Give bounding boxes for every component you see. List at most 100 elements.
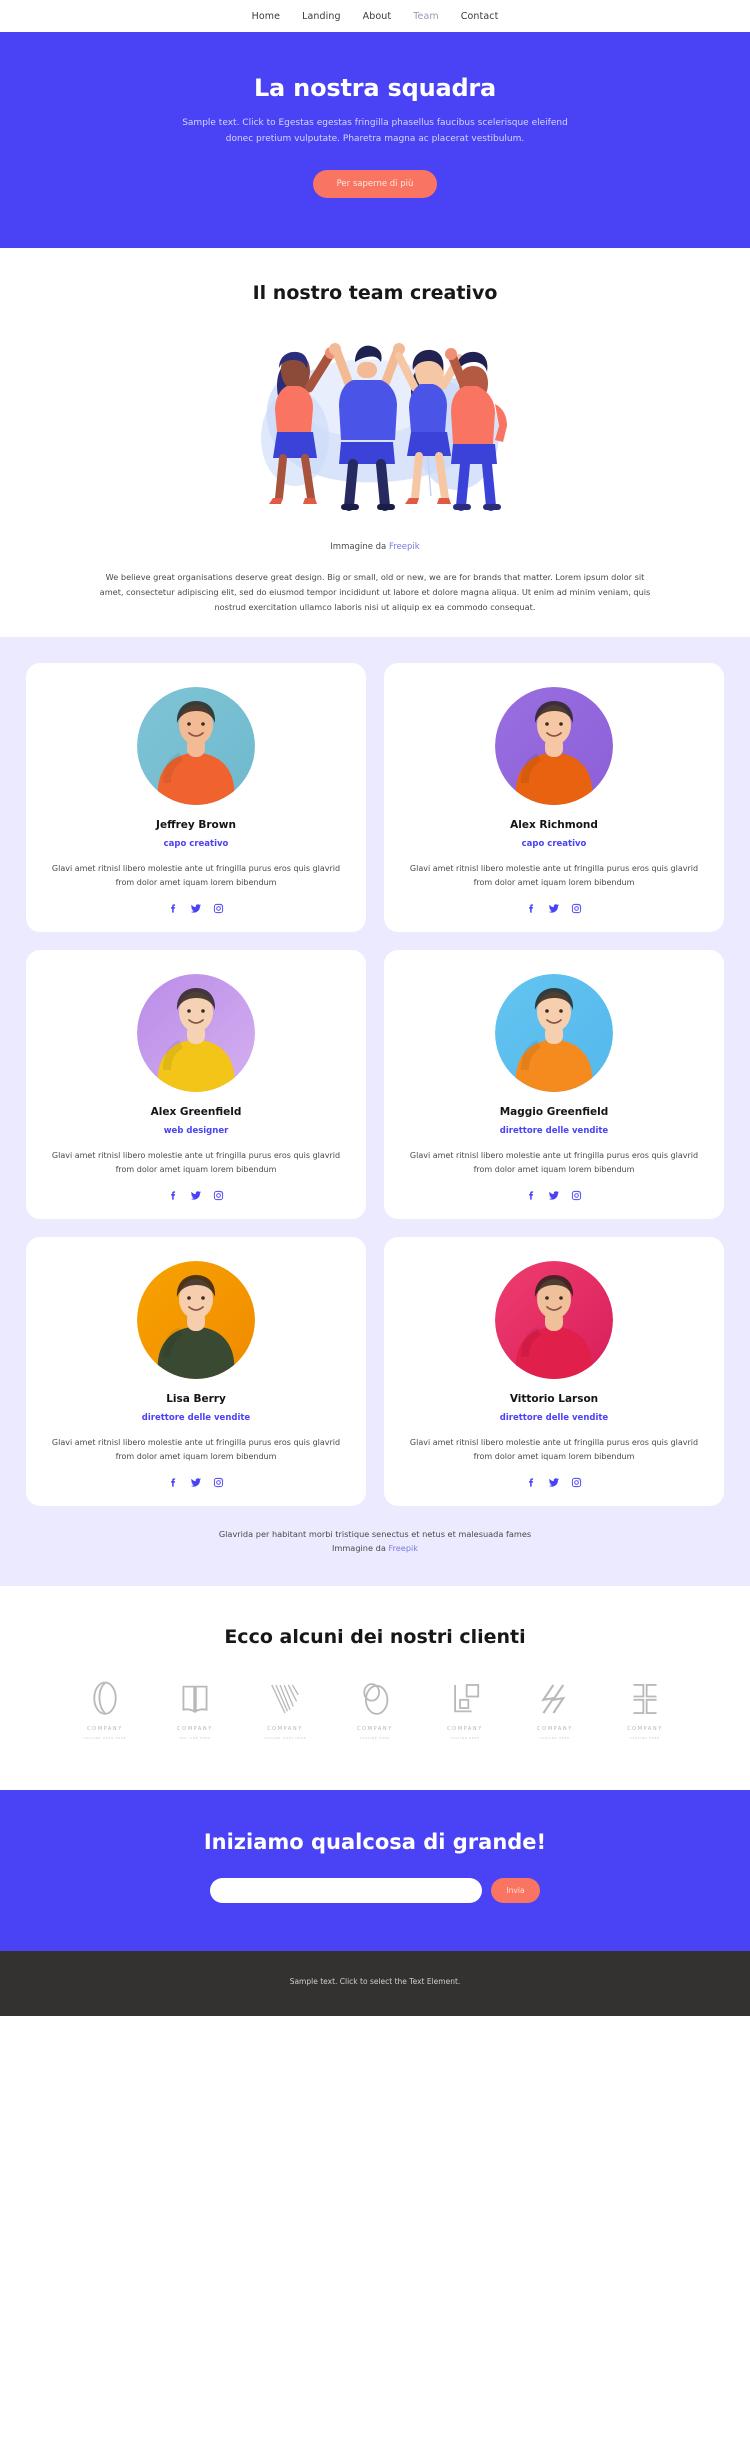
client-logo-tagline: TAGLINE HERE xyxy=(360,1735,390,1740)
client-logo: COMPANY TAGLINE GOES HERE xyxy=(247,1680,323,1740)
client-logo: COMPANY TAG LINE HERE xyxy=(157,1680,233,1740)
twitter-icon[interactable] xyxy=(190,903,202,914)
avatar xyxy=(495,974,613,1093)
instagram-icon[interactable] xyxy=(571,903,582,914)
facebook-icon[interactable] xyxy=(168,1477,179,1488)
team-member-bio: Glavi amet ritnisl libero molestie ante … xyxy=(51,1438,341,1462)
avatar xyxy=(495,687,613,806)
subscribe-send-button[interactable]: Invia xyxy=(491,1877,540,1903)
client-logo-tagline: TAGLINE GOES HERE xyxy=(263,1735,307,1740)
team-member-role: web designer xyxy=(163,1126,229,1137)
team-members-section: Jeffrey Brown capo creativo Glavi amet rit… xyxy=(0,637,750,1586)
team-member-name: Alex Greenfield xyxy=(150,1106,242,1119)
client-logo-name: COMPANY xyxy=(357,1725,393,1732)
client-logo: COMPANY TAGLINE HERE xyxy=(337,1680,413,1740)
clients-title: Ecco alcuni dei nostri clienti xyxy=(224,1625,526,1648)
client-logo-name: COMPANY xyxy=(87,1725,123,1732)
creative-team-body: We believe great organisations deserve g… xyxy=(99,571,651,612)
client-logo: COMPANY TAGLINE HERE xyxy=(607,1680,683,1740)
team-member-name: Vittorio Larson xyxy=(509,1393,599,1406)
facebook-icon[interactable] xyxy=(526,903,537,914)
facebook-icon[interactable] xyxy=(168,1190,179,1201)
team-member-role: capo creativo xyxy=(521,839,587,850)
team-member-name: Maggio Greenfield xyxy=(499,1106,609,1119)
client-logo-tagline: TAGLINE HERE xyxy=(630,1735,660,1740)
footer-text: Sample text. Click to select the Text El… xyxy=(289,1976,461,1986)
illustration-credit-prefix: Immagine da xyxy=(330,541,389,552)
social-links xyxy=(42,903,350,914)
page-footer: Sample text. Click to select the Text El… xyxy=(0,1950,750,2016)
client-logo-tagline: TAG LINE HERE xyxy=(179,1735,211,1740)
social-links xyxy=(42,1190,350,1201)
hero-description: Sample text. Click to Egestas egestas fr… xyxy=(182,118,568,144)
nav-link-team[interactable]: Team xyxy=(413,11,439,22)
facebook-icon[interactable] xyxy=(526,1190,537,1201)
team-member-card: Vittorio Larson direttore delle vendite Gl… xyxy=(384,1237,724,1507)
freepik-link-footer[interactable]: Freepik xyxy=(388,1543,418,1553)
client-logo: COMPANY TAGLINE HERE xyxy=(517,1680,593,1740)
freepik-link[interactable]: Freepik xyxy=(389,542,420,552)
client-logo-name: COMPANY xyxy=(627,1725,663,1732)
social-links xyxy=(42,1477,350,1488)
nav-link-landing[interactable]: Landing xyxy=(302,11,341,22)
social-links xyxy=(400,1190,708,1201)
subscribe-title: Iniziamo qualcosa di grande! xyxy=(203,1829,547,1854)
hero-cta-button[interactable]: Per saperne di più xyxy=(312,169,438,198)
nav-link-contact[interactable]: Contact xyxy=(461,11,499,22)
instagram-icon[interactable] xyxy=(571,1190,582,1201)
squares-mark xyxy=(445,1680,485,1722)
nav-link-about[interactable]: About xyxy=(363,11,392,22)
avatar xyxy=(137,974,255,1093)
hero-section: La nostra squadra Sample text. Click to … xyxy=(0,32,750,248)
instagram-icon[interactable] xyxy=(213,903,224,914)
team-member-card: Jeffrey Brown capo creativo Glavi amet rit… xyxy=(26,663,366,933)
team-member-bio: Glavi amet ritnisl libero molestie ante … xyxy=(409,1151,699,1175)
subscribe-form: Invia xyxy=(0,1877,750,1903)
team-illustration xyxy=(225,326,525,530)
twitter-icon[interactable] xyxy=(190,1477,202,1488)
creative-team-section: Il nostro team creativo Immagine da Free… xyxy=(0,247,750,638)
v-lines-mark xyxy=(265,1680,305,1722)
team-member-card: Lisa Berry direttore delle vendite Glavi a… xyxy=(26,1237,366,1507)
team-member-name: Lisa Berry xyxy=(166,1393,226,1406)
team-member-name: Alex Richmond xyxy=(510,819,598,832)
twitter-icon[interactable] xyxy=(548,1190,560,1201)
subscribe-email-input[interactable] xyxy=(210,1877,483,1903)
client-logo-name: COMPANY xyxy=(537,1725,573,1732)
social-links xyxy=(400,903,708,914)
avatar xyxy=(137,687,255,806)
team-member-role: direttore delle vendite xyxy=(499,1126,609,1137)
client-logo-tagline: TAGLINE HERE xyxy=(450,1735,480,1740)
social-links xyxy=(400,1477,708,1488)
instagram-icon[interactable] xyxy=(213,1190,224,1201)
team-member-bio: Glavi amet ritnisl libero molestie ante … xyxy=(51,1151,341,1175)
team-member-bio: Glavi amet ritnisl libero molestie ante … xyxy=(51,864,341,888)
team-member-card: Alex Greenfield web designer Glavi amet ri… xyxy=(26,950,366,1220)
client-logo: COMPANY TAGLINE HERE xyxy=(427,1680,503,1740)
facebook-icon[interactable] xyxy=(168,903,179,914)
oval-loop-mark xyxy=(85,1680,125,1722)
nav-link-home[interactable]: Home xyxy=(252,11,280,22)
twitter-icon[interactable] xyxy=(190,1190,202,1201)
team-member-name: Jeffrey Brown xyxy=(156,819,236,832)
facebook-icon[interactable] xyxy=(526,1477,537,1488)
main-navigation: Home Landing About Team Contact xyxy=(0,0,750,32)
slashes-mark xyxy=(535,1680,575,1722)
team-member-bio: Glavi amet ritnisl libero molestie ante … xyxy=(409,1438,699,1462)
creative-team-title: Il nostro team creativo xyxy=(252,281,498,304)
bracket-mark xyxy=(625,1680,665,1722)
avatar xyxy=(495,1261,613,1380)
instagram-icon[interactable] xyxy=(213,1477,224,1488)
open-book-mark xyxy=(175,1680,215,1722)
twitter-icon[interactable] xyxy=(548,1477,560,1488)
team-member-role: direttore delle vendite xyxy=(499,1413,609,1424)
instagram-icon[interactable] xyxy=(571,1477,582,1488)
team-member-card: Alex Richmond capo creativo Glavi amet rit… xyxy=(384,663,724,933)
avatar xyxy=(137,1261,255,1380)
client-logo-row: COMPANY TAGLINE GOES HERE COMPANY TAG LINE … xyxy=(0,1680,750,1740)
client-logo-tagline: TAGLINE HERE xyxy=(540,1735,570,1740)
team-footnote: Glavrida per habitant morbi tristique se… xyxy=(26,1506,724,1586)
twitter-icon[interactable] xyxy=(548,903,560,914)
client-logo-tagline: TAGLINE GOES HERE xyxy=(83,1735,127,1740)
clients-section: Ecco alcuni dei nostri clienti COMPANY TA… xyxy=(0,1585,750,1790)
